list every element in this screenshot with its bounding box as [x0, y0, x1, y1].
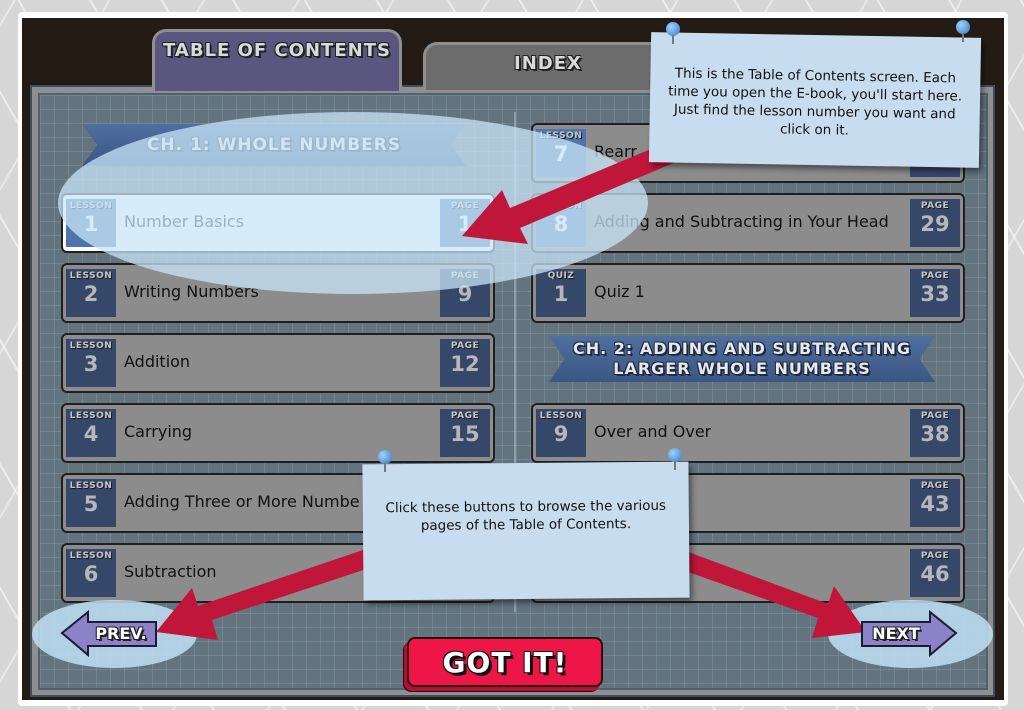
- lesson-number-box: LESSON 9: [536, 409, 586, 457]
- lesson-number: 1: [553, 282, 569, 306]
- page-number-box: PAGE 15: [440, 409, 490, 457]
- page-number: 12: [450, 352, 480, 376]
- lesson-kind-label: QUIZ: [547, 271, 575, 281]
- page-number-box: PAGE 33: [910, 269, 960, 317]
- lesson-number: 1: [83, 212, 99, 236]
- lesson-title: Quiz 1: [594, 282, 645, 301]
- page-label: PAGE: [920, 411, 950, 421]
- page-number-box: PAGE 29: [910, 199, 960, 247]
- page-number-box: PAGE 1: [440, 199, 490, 247]
- lesson-title: Number Basics: [124, 212, 245, 231]
- page-number: 15: [450, 422, 480, 446]
- page-label: PAGE: [450, 271, 480, 281]
- page-number: 43: [920, 492, 950, 516]
- pushpin-icon: [666, 22, 680, 44]
- lesson-kind-label: LESSON: [539, 201, 583, 211]
- lesson-title: Adding Three or More Numbe: [124, 492, 360, 511]
- lesson-number-box: LESSON 5: [66, 479, 116, 527]
- page-number-box: PAGE 12: [440, 339, 490, 387]
- lesson-number: 5: [83, 492, 99, 516]
- page-number: 29: [920, 212, 950, 236]
- tab-index[interactable]: INDEX: [423, 42, 673, 90]
- lesson-title: Adding and Subtracting in Your Head: [594, 212, 889, 231]
- lesson-title: Rearr: [594, 142, 637, 161]
- lesson-number-box: LESSON 3: [66, 339, 116, 387]
- page-number: 9: [457, 282, 473, 306]
- instruction-note-bottom: Click these buttons to browse the variou…: [362, 461, 690, 601]
- page-label: PAGE: [920, 271, 950, 281]
- lesson-number-box: LESSON 1: [66, 199, 116, 247]
- page-number: 46: [920, 562, 950, 586]
- lesson-kind-label: LESSON: [69, 201, 113, 211]
- page-label: PAGE: [920, 481, 950, 491]
- lesson-number: 3: [83, 352, 99, 376]
- instruction-note-bottom-text: Click these buttons to browse the variou…: [385, 497, 667, 534]
- lesson-number: 7: [553, 142, 569, 166]
- page-label: PAGE: [450, 341, 480, 351]
- toc-row[interactable]: LESSON 8 Adding and Subtracting in Your He…: [531, 193, 965, 253]
- toc-row[interactable]: LESSON 2 Writing Numbers PAGE 9: [61, 263, 495, 323]
- page-number: 33: [920, 282, 950, 306]
- lesson-title: Over and Over: [594, 422, 712, 441]
- toc-row[interactable]: LESSON 4 Carrying PAGE 15: [61, 403, 495, 463]
- lesson-number: 6: [83, 562, 99, 586]
- chapter-2-banner: CH. 2: ADDING AND SUBTRACTING LARGER WHO…: [549, 336, 935, 382]
- next-button[interactable]: NEXT: [858, 608, 958, 658]
- lesson-title: Addition: [124, 352, 191, 371]
- lesson-kind-label: LESSON: [69, 341, 113, 351]
- toc-row[interactable]: LESSON 3 Addition PAGE 12: [61, 333, 495, 393]
- page-number-box: PAGE 38: [910, 409, 960, 457]
- pushpin-icon: [668, 448, 682, 470]
- pushpin-icon: [956, 20, 970, 42]
- lesson-kind-label: LESSON: [539, 411, 583, 421]
- prev-button-label: PREV.: [95, 623, 147, 643]
- lesson-title: Subtraction: [124, 562, 217, 581]
- lesson-number-box: LESSON 8: [536, 199, 586, 247]
- lesson-number-box: LESSON 7: [536, 129, 586, 177]
- instruction-note-top-text: This is the Table of Contents screen. Ea…: [668, 65, 963, 139]
- lesson-number-box: LESSON 4: [66, 409, 116, 457]
- page-number: 1: [457, 212, 473, 236]
- lesson-kind-label: LESSON: [69, 411, 113, 421]
- lesson-kind-label: LESSON: [69, 551, 113, 561]
- lesson-kind-label: LESSON: [539, 131, 583, 141]
- lesson-title: Writing Numbers: [124, 282, 259, 301]
- chapter-2-title-line1: CH. 2: ADDING AND SUBTRACTING: [573, 339, 911, 358]
- lesson-kind-label: LESSON: [69, 481, 113, 491]
- page-label: PAGE: [920, 201, 950, 211]
- lesson-kind-label: LESSON: [69, 271, 113, 281]
- next-button-label: NEXT: [872, 623, 920, 643]
- page-number: 38: [920, 422, 950, 446]
- lesson-number: 9: [553, 422, 569, 446]
- lesson-number-box: LESSON 2: [66, 269, 116, 317]
- lesson-number: 2: [83, 282, 99, 306]
- chapter-1-title: CH. 1: WHOLE NUMBERS: [146, 135, 402, 155]
- toc-row[interactable]: QUIZ 1 Quiz 1 PAGE 33: [531, 263, 965, 323]
- lesson-number-box: QUIZ 1: [536, 269, 586, 317]
- tab-table-of-contents[interactable]: TABLE OF CONTENTS: [152, 29, 402, 91]
- page-number-box: PAGE 9: [440, 269, 490, 317]
- page-number-box: PAGE 43: [910, 479, 960, 527]
- chapter-2-title-line2: LARGER WHOLE NUMBERS: [613, 359, 871, 378]
- page-label: PAGE: [450, 411, 480, 421]
- lesson-number: 4: [83, 422, 99, 446]
- instruction-note-top: This is the Table of Contents screen. Ea…: [648, 32, 982, 168]
- chapter-1-banner: CH. 1: WHOLE NUMBERS: [82, 124, 466, 166]
- page-label: PAGE: [450, 201, 480, 211]
- lesson-number: 8: [553, 212, 569, 236]
- prev-button[interactable]: PREV.: [60, 608, 160, 658]
- lesson-number-box: LESSON 6: [66, 549, 116, 597]
- toc-row[interactable]: LESSON 9 Over and Over PAGE 38: [531, 403, 965, 463]
- pushpin-icon: [378, 450, 392, 472]
- page-number-box: PAGE 46: [910, 549, 960, 597]
- lesson-title: Carrying: [124, 422, 193, 441]
- toc-row[interactable]: LESSON 1 Number Basics PAGE 1: [61, 193, 495, 253]
- page-label: PAGE: [920, 551, 950, 561]
- got-it-button[interactable]: GOT IT!: [407, 637, 603, 687]
